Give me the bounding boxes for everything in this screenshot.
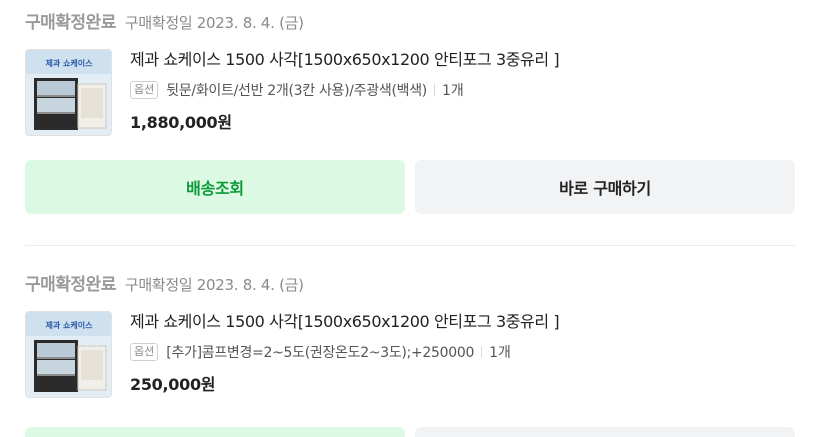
product-title[interactable]: 제과 쇼케이스 1500 사각[1500x650x1200 안티포그 3중유리 … <box>130 311 795 333</box>
buy-again-button[interactable]: 바로 구매하기 <box>415 160 795 214</box>
option-text: 뒷문/화이트/선반 2개(3칸 사용)/주광색(백색) <box>166 83 427 99</box>
order-divider <box>25 245 795 246</box>
buy-again-button[interactable] <box>415 427 795 437</box>
product-thumbnail[interactable]: 제과 쇼케이스 <box>25 49 112 136</box>
track-delivery-button[interactable] <box>25 427 405 437</box>
thumb-label: 제과 쇼케이스 <box>46 320 94 330</box>
quantity: 1개 <box>441 83 464 99</box>
divider <box>481 346 483 358</box>
order-status: 구매확정완료 <box>25 275 116 295</box>
thumb-label: 제과 쇼케이스 <box>46 58 94 68</box>
confirm-date: 구매확정일 2023. 8. 4. (금) <box>124 276 304 294</box>
order-status-row: 구매확정완료 구매확정일 2023. 8. 4. (금) <box>25 270 795 296</box>
order-status: 구매확정완료 <box>25 13 116 33</box>
order-card: 구매확정완료 구매확정일 2023. 8. 4. (금) 제과 쇼케이스 제과 … <box>25 8 795 214</box>
price: 250,000원 <box>130 375 216 394</box>
option-text: [추가]콤프변경=2~5도(권장온도2~3도);+250000 <box>166 345 475 361</box>
product-title[interactable]: 제과 쇼케이스 1500 사각[1500x650x1200 안티포그 3중유리 … <box>130 49 795 71</box>
price: 1,880,000원 <box>130 113 232 132</box>
showcase-image-icon: 제과 쇼케이스 <box>26 50 111 135</box>
option-badge: 옵션 <box>130 343 159 361</box>
product-info: 제과 쇼케이스 1500 사각[1500x650x1200 안티포그 3중유리 … <box>130 49 795 133</box>
showcase-image-icon: 제과 쇼케이스 <box>26 312 111 397</box>
product-info: 제과 쇼케이스 1500 사각[1500x650x1200 안티포그 3중유리 … <box>130 311 795 395</box>
option-badge: 옵션 <box>130 81 159 99</box>
order-status-row: 구매확정완료 구매확정일 2023. 8. 4. (금) <box>25 8 795 34</box>
order-actions: 배송조회 바로 구매하기 <box>25 160 795 214</box>
order-card: 구매확정완료 구매확정일 2023. 8. 4. (금) 제과 쇼케이스 제과 … <box>25 270 795 406</box>
track-delivery-button[interactable]: 배송조회 <box>25 160 405 214</box>
order-actions-partial <box>25 427 795 437</box>
order-item[interactable]: 제과 쇼케이스 제과 쇼케이스 1500 사각[1500x650x1200 안티… <box>25 311 795 406</box>
product-thumbnail[interactable]: 제과 쇼케이스 <box>25 311 112 398</box>
order-item[interactable]: 제과 쇼케이스 제과 쇼케이스 1500 사각[1500x650x1200 안티… <box>25 49 795 144</box>
confirm-date: 구매확정일 2023. 8. 4. (금) <box>124 14 304 32</box>
option-row: 옵션 [추가]콤프변경=2~5도(권장온도2~3도);+250000 1개 <box>130 342 795 362</box>
divider <box>433 84 435 96</box>
option-row: 옵션 뒷문/화이트/선반 2개(3칸 사용)/주광색(백색) 1개 <box>130 80 795 100</box>
quantity: 1개 <box>489 345 511 361</box>
